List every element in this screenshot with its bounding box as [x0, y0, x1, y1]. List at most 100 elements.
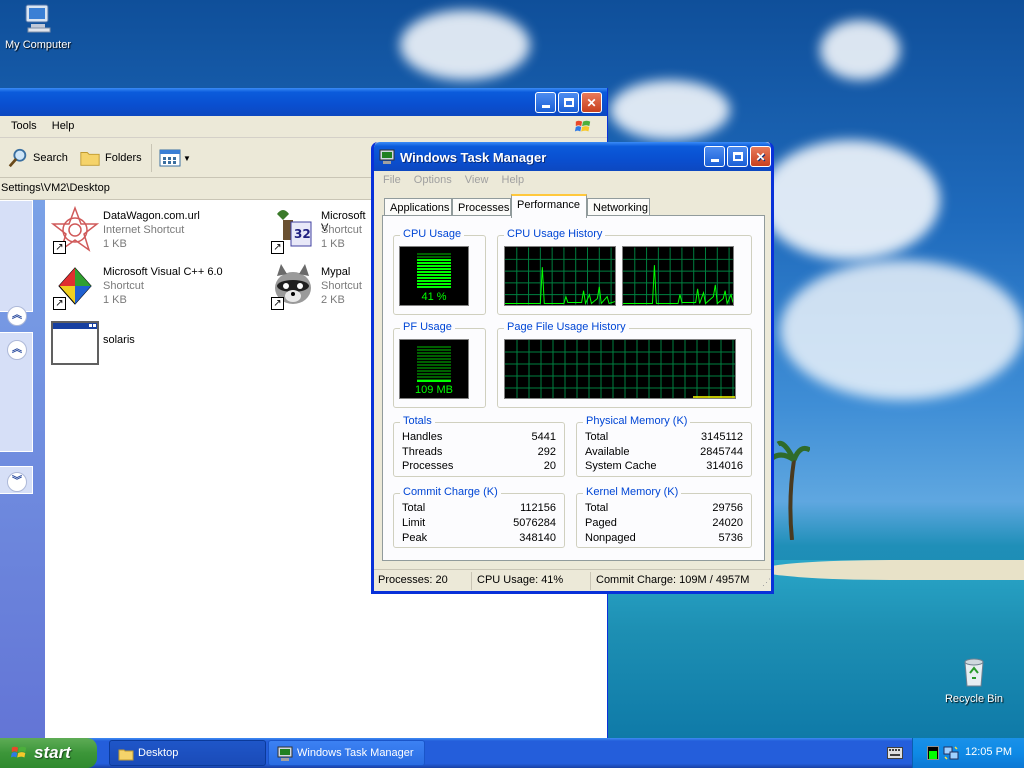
file-item-solaris[interactable]: solaris: [51, 320, 271, 368]
file-item-datawagon[interactable]: ↗ DataWagon.com.url Internet Shortcut 1 …: [51, 206, 271, 254]
row-value: 24020: [712, 517, 743, 529]
file-type: Shortcut: [321, 280, 362, 292]
physical-row-system-cache: System Cache 314016: [585, 460, 743, 474]
totals-row-threads: Threads 292: [402, 446, 556, 460]
collapse-button-1[interactable]: ︽: [7, 306, 27, 326]
desktop-icon-label: Recycle Bin: [944, 693, 1004, 705]
row-value: 292: [537, 446, 556, 458]
menu-help[interactable]: Help: [497, 171, 530, 189]
file-item-microsoft-v[interactable]: 32 ↗ Microsoft V Shortcut 1 KB: [269, 206, 369, 254]
menu-help[interactable]: Help: [46, 116, 81, 136]
kernel-row-total: Total 29756: [585, 502, 743, 516]
collapse-button-2[interactable]: ︽: [7, 340, 27, 360]
expand-button[interactable]: ︾: [7, 472, 27, 492]
status-cpu: CPU Usage: 41%: [477, 574, 564, 586]
file-type: Shortcut: [321, 224, 362, 236]
pf-history-label: Page File Usage History: [504, 321, 629, 333]
cpu-usage-value: 41 %: [421, 291, 447, 303]
maximize-button[interactable]: [558, 92, 579, 113]
pf-meter-fill: [417, 380, 451, 382]
maximize-button[interactable]: [727, 146, 748, 167]
totals-row-handles: Handles 5441: [402, 431, 556, 445]
desktop-icon-label: My Computer: [4, 39, 72, 51]
task-panel-1: [0, 200, 33, 312]
cpu-history-label: CPU Usage History: [504, 228, 606, 240]
folder-icon: [118, 749, 134, 761]
tab-performance[interactable]: Performance: [511, 194, 587, 218]
explorer-menu-bar: Tools Help: [0, 116, 607, 138]
chevron-down-icon: ▼: [183, 153, 191, 163]
commit-row-peak: Peak 348140: [402, 532, 556, 546]
start-button[interactable]: start: [0, 738, 97, 768]
task-manager-title-bar[interactable]: Windows Task Manager ✕: [374, 142, 771, 171]
windows-flag-icon: [574, 120, 591, 132]
close-button[interactable]: ✕: [581, 92, 602, 113]
row-value: 348140: [519, 532, 556, 544]
task-manager-window: Windows Task Manager ✕ File Options View…: [371, 142, 774, 594]
pf-usage-value: 109 MB: [415, 384, 453, 396]
resize-grip-icon[interactable]: ⋰: [762, 577, 771, 588]
clock[interactable]: 12:05 PM: [965, 746, 1012, 758]
menu-file[interactable]: File: [378, 171, 406, 189]
keyboard-icon[interactable]: [887, 747, 903, 759]
cpu-usage-label: CPU Usage: [400, 228, 465, 240]
maximize-icon: [732, 152, 743, 161]
row-key: Threads: [402, 446, 443, 458]
performance-panel: CPU Usage 41 % CPU Usage History PF Usag…: [382, 215, 765, 561]
palm-tree: [770, 440, 810, 540]
desktop-icon-my-computer[interactable]: My Computer: [0, 2, 78, 51]
row-key: Handles: [402, 431, 443, 443]
cpu-history-graph-1: [504, 246, 616, 306]
taskbar-button-task-manager[interactable]: Windows Task Manager: [268, 740, 425, 766]
file-item-visual-cpp[interactable]: ↗ Microsoft Visual C++ 6.0 Shortcut 1 KB: [51, 262, 271, 310]
toolbar-separator: [151, 144, 152, 172]
desktop-icon-recycle-bin[interactable]: Recycle Bin: [934, 656, 1014, 705]
task-manager-tray-icon[interactable]: [927, 746, 939, 760]
recycle-bin-icon: [964, 658, 984, 687]
task-manager-icon: [379, 149, 395, 164]
menu-options[interactable]: Options: [409, 171, 457, 189]
file-size: 2 KB: [321, 294, 345, 306]
menu-tools[interactable]: Tools: [5, 116, 43, 136]
explorer-title-bar[interactable]: ✕: [0, 88, 607, 116]
file-name: Microsoft Visual C++ 6.0: [103, 266, 223, 278]
taskbar-button-desktop[interactable]: Desktop: [109, 740, 266, 766]
row-value: 5736: [718, 532, 743, 544]
chevron-up-icon: ︽: [12, 344, 22, 355]
close-button[interactable]: ✕: [750, 146, 771, 167]
folders-icon: [80, 152, 100, 166]
commit-charge-label: Commit Charge (K): [400, 486, 501, 498]
maximize-icon: [563, 98, 574, 107]
network-icon[interactable]: [943, 745, 959, 761]
kernel-memory-label: Kernel Memory (K): [583, 486, 682, 498]
row-value: 5441: [531, 431, 556, 443]
row-value: 2845744: [700, 446, 743, 458]
minimize-button[interactable]: [704, 146, 725, 167]
file-item-mypal[interactable]: ↗ Mypal Shortcut 2 KB: [269, 262, 369, 310]
search-icon: [8, 148, 27, 168]
search-label: Search: [33, 152, 68, 164]
minimize-icon: [710, 159, 719, 162]
file-name: DataWagon.com.url: [103, 210, 200, 222]
start-label: start: [34, 743, 71, 762]
row-key: Total: [585, 502, 609, 514]
row-value: 20: [543, 460, 556, 472]
physical-row-total: Total 3145112: [585, 431, 743, 445]
kernel-memory-group: Kernel Memory (K) Total 29756 Paged 24020 …: [576, 486, 752, 548]
folders-label: Folders: [105, 152, 142, 164]
status-processes: Processes: 20: [378, 574, 448, 586]
folders-button[interactable]: Folders: [79, 146, 142, 170]
totals-row-processes: Processes 20: [402, 460, 556, 474]
minimize-button[interactable]: [535, 92, 556, 113]
pf-usage-label: PF Usage: [400, 321, 455, 333]
row-value: 5076284: [513, 517, 556, 529]
search-button[interactable]: Search: [7, 146, 68, 170]
commit-row-limit: Limit 5076284: [402, 517, 556, 531]
totals-group: Totals Handles 5441 Threads 292 Processes 2…: [393, 415, 565, 477]
views-icon: [159, 149, 181, 167]
file-name: Mypal: [321, 266, 351, 278]
commit-row-total: Total 112156: [402, 502, 556, 516]
row-value: 29756: [712, 502, 743, 514]
views-button[interactable]: ▼: [159, 146, 191, 170]
menu-view[interactable]: View: [460, 171, 494, 189]
